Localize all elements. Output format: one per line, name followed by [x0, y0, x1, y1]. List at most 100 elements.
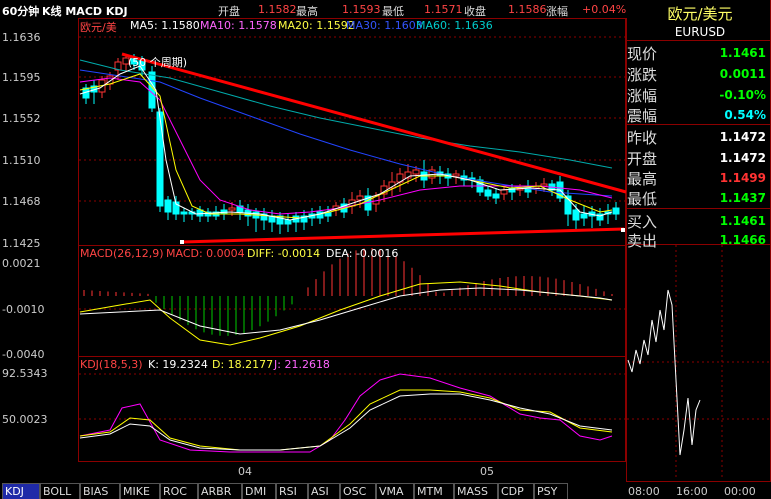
- kdj-j-line: [79, 373, 613, 453]
- macd-ytick: -0.0040: [2, 348, 45, 361]
- candle-body: [356, 195, 364, 201]
- candle-body: [284, 219, 292, 225]
- quote-row: 涨跌 0.0011: [627, 63, 770, 84]
- quote-row: 昨收 1.1472: [627, 126, 770, 147]
- main-ytick: 1.1510: [2, 154, 41, 167]
- instrument-title: 欧元/美元: [667, 5, 733, 23]
- quote-value: 1.1466: [719, 233, 766, 247]
- ma10-label: MA10: 1.1578: [200, 19, 277, 32]
- diff-value: DIFF: -0.0014: [247, 247, 321, 260]
- quote-label: 涨幅: [627, 87, 658, 105]
- quote-label: 开盘: [627, 150, 658, 168]
- macd-ytick: -0.0010: [2, 303, 45, 316]
- tab-mass[interactable]: MASS: [454, 483, 498, 499]
- quote-value: 1.1461: [719, 214, 766, 228]
- tab-rsi[interactable]: RSI: [276, 483, 308, 499]
- quote-label: 震幅: [627, 107, 658, 125]
- quote-value: 0.0011: [719, 67, 766, 81]
- trendline-handle: [621, 228, 625, 232]
- main-ytick: 1.1636: [2, 31, 41, 44]
- kdj-k-value: K: 19.2324: [148, 358, 208, 371]
- instrument-code: EURUSD: [674, 25, 726, 39]
- quote-row: 最高 1.1499: [627, 167, 770, 188]
- tab-bias[interactable]: BIAS: [80, 483, 120, 499]
- tab-cdp[interactable]: CDP: [498, 483, 534, 499]
- candle-body: [492, 193, 500, 199]
- main-ytick: 1.1552: [2, 112, 41, 125]
- candle-body: [500, 189, 508, 195]
- dea-value: DEA: -0.0016: [326, 247, 399, 260]
- quote-value: 1.1472: [719, 130, 766, 144]
- candle-body: [452, 173, 460, 177]
- tab-psy[interactable]: PSY: [534, 483, 568, 499]
- candle-body: [484, 189, 492, 197]
- macd-ytick: 0.0021: [2, 257, 41, 270]
- quote-value: 1.1461: [719, 46, 766, 60]
- tab-dmi[interactable]: DMI: [242, 483, 276, 499]
- x-label: 04: [238, 465, 252, 478]
- quote-value: 1.1499: [719, 171, 766, 185]
- tab-kdj[interactable]: KDJ: [2, 483, 40, 499]
- symbol-label: 欧元/美: [80, 19, 117, 35]
- indicator-tabs: KDJ BOLL BIAS MIKE ROC ARBR DMI RSI ASI OSC VMA MTM…: [0, 481, 626, 499]
- mini-time-label: 00:00: [724, 485, 756, 498]
- candle-body: [412, 169, 420, 175]
- quote-label: 涨跌: [627, 66, 658, 84]
- mini-time-label: 16:00: [676, 485, 708, 498]
- tab-osc[interactable]: OSC: [340, 483, 376, 499]
- quote-row: 开盘 1.1472: [627, 147, 770, 168]
- candle-body: [180, 211, 188, 215]
- quote-row: 卖出 1.1466: [627, 229, 770, 250]
- main-ytick: 1.1595: [2, 71, 41, 84]
- candle-body: [164, 199, 172, 213]
- ma30-label: MA30: 1.1603: [346, 19, 423, 32]
- quote-row: 震幅 0.54%: [627, 104, 770, 125]
- candle-body: [572, 209, 580, 221]
- support-trendline: [181, 227, 625, 244]
- quote-value: 1.1472: [719, 151, 766, 165]
- quote-row: 买入 1.1461: [627, 210, 770, 231]
- candle-body: [580, 213, 588, 219]
- ma20-label: MA20: 1.1592: [278, 19, 355, 32]
- tab-mike[interactable]: MIKE: [120, 483, 160, 499]
- tab-mtm[interactable]: MTM: [414, 483, 454, 499]
- quote-row: 涨幅 -0.10%: [627, 84, 770, 105]
- resistance-trendline: [121, 52, 627, 194]
- trendline-handle: [180, 240, 184, 244]
- main-ytick: 1.1468: [2, 195, 41, 208]
- macd-title: MACD(26,12,9): [80, 247, 164, 260]
- kdj-ytick: 50.0023: [2, 413, 48, 426]
- quote-label: 昨收: [627, 129, 658, 147]
- quote-row: 最低 1.1437: [627, 187, 770, 208]
- quote-label: 最低: [627, 190, 658, 208]
- tab-vma[interactable]: VMA: [376, 483, 414, 499]
- intraday-price-line: [627, 289, 701, 456]
- quote-value: 0.54%: [724, 108, 766, 122]
- x-label: 05: [480, 465, 494, 478]
- kdj-title: KDJ(18,5,3): [80, 358, 143, 371]
- mini-time-label: 08:00: [628, 485, 660, 498]
- kdj-j-value: J: 21.2618: [274, 358, 330, 371]
- quote-label: 最高: [627, 170, 658, 188]
- kdj-d-line: [79, 389, 613, 451]
- tab-arbr[interactable]: ARBR: [198, 483, 242, 499]
- quote-value: 1.1437: [719, 191, 766, 205]
- tab-boll[interactable]: BOLL: [40, 483, 80, 499]
- candle-body: [612, 207, 620, 215]
- quote-label: 现价: [627, 45, 658, 63]
- tab-roc[interactable]: ROC: [160, 483, 198, 499]
- candle-body: [228, 207, 236, 211]
- ma60-label: MA60: 1.1636: [416, 19, 493, 32]
- kdj-d-value: D: 18.2177: [212, 358, 274, 371]
- main-ytick: 1.1425: [2, 237, 41, 250]
- kdj-k-line: [79, 393, 613, 451]
- macd-value: MACD: 0.0004: [166, 247, 245, 260]
- ma5-label: MA5: 1.1580: [130, 19, 200, 32]
- candle-body: [156, 111, 164, 207]
- quote-value: -0.10%: [719, 88, 766, 102]
- quote-label: 卖出: [627, 232, 658, 250]
- kdj-ytick: 92.5343: [2, 367, 48, 380]
- quote-row: 现价 1.1461: [627, 42, 770, 63]
- period-annotation: (50 个周期): [128, 56, 188, 69]
- tab-asi[interactable]: ASI: [308, 483, 340, 499]
